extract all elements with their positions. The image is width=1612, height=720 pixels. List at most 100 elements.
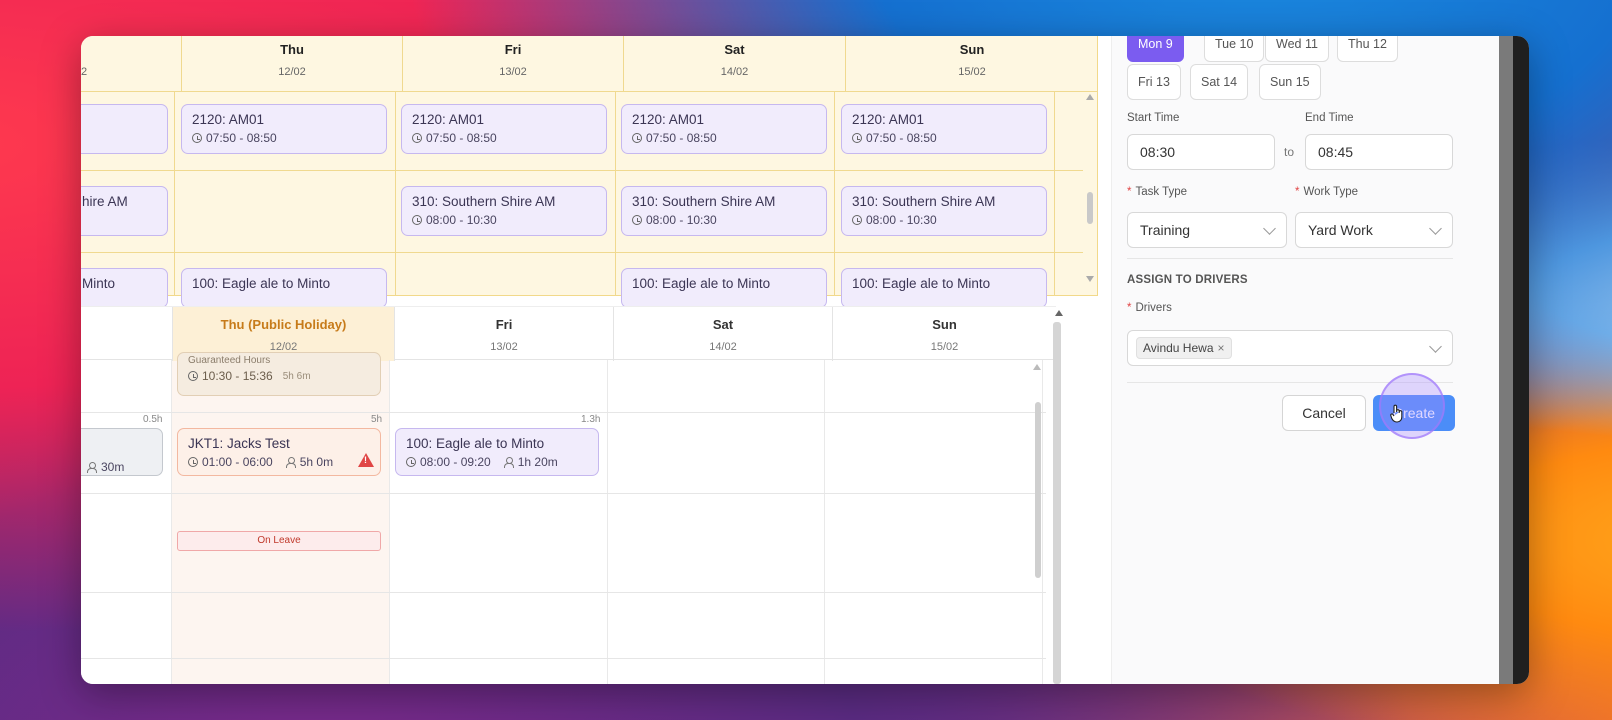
to-label: to bbox=[1284, 145, 1295, 159]
shift-title: 310: Southern Shire AM bbox=[852, 194, 996, 209]
shift-card[interactable]: 100: Eagle ale to Minto bbox=[181, 268, 387, 308]
shift-time: 07:50 - 08:50 bbox=[866, 131, 937, 145]
day-name: Sun bbox=[959, 42, 985, 57]
shift-duration: 5h 6m bbox=[282, 370, 311, 382]
shift-title: 2120: AM01 bbox=[192, 112, 265, 127]
day-name: Sun bbox=[932, 317, 957, 332]
day-date: 14/02 bbox=[720, 66, 749, 78]
bottom-scroll-up-arrow[interactable] bbox=[1055, 310, 1063, 316]
start-time-input[interactable]: 08:30 bbox=[1127, 134, 1275, 170]
chevron-down-icon bbox=[1263, 222, 1276, 235]
clock-icon bbox=[852, 215, 862, 225]
person-icon bbox=[285, 456, 296, 468]
top-scrollbar-thumb[interactable] bbox=[1087, 192, 1093, 224]
shift-title: hire AM bbox=[82, 194, 128, 209]
driver-schedule-top: 2 Thu 12/02 Fri 13/02 Sat 14/02 Sun 15/0… bbox=[81, 36, 1098, 308]
shift-card[interactable]: 2120: AM01 07:50 - 08:50 bbox=[621, 104, 827, 154]
shift-time: 07:50 - 08:50 bbox=[206, 131, 277, 145]
shift-card[interactable]: 2120: AM01 07:50 - 08:50 bbox=[401, 104, 607, 154]
task-type-select[interactable]: Training bbox=[1127, 212, 1287, 248]
shift-card[interactable]: 310: Southern Shire AM 08:00 - 10:30 bbox=[401, 186, 607, 236]
shift-title: 310: Southern Shire AM bbox=[412, 194, 556, 209]
shift-card-cut[interactable] bbox=[81, 104, 168, 154]
day-date: 12/02 bbox=[278, 66, 306, 78]
clock-icon bbox=[412, 215, 422, 225]
shift-card-cut[interactable]: Minto bbox=[81, 268, 168, 308]
day-chip-tue[interactable]: Tue 10 bbox=[1204, 36, 1265, 62]
day-chip-mon[interactable]: Mon 9 bbox=[1127, 36, 1184, 62]
day-chip-fri[interactable]: Fri 13 bbox=[1127, 64, 1181, 100]
day-chip-sat[interactable]: Sat 14 bbox=[1190, 64, 1249, 100]
work-type-select[interactable]: Yard Work bbox=[1295, 212, 1453, 248]
required-mark: * bbox=[1127, 186, 1132, 198]
shift-card[interactable]: 2120: AM01 07:50 - 08:50 bbox=[181, 104, 387, 154]
day-chip-thu[interactable]: Thu 12 bbox=[1337, 36, 1398, 62]
shift-card-eagle[interactable]: 100: Eagle ale to Minto 08:00 - 09:20 1h… bbox=[395, 428, 599, 476]
day-date: 14/02 bbox=[709, 341, 737, 353]
shift-title: 2120: AM01 bbox=[632, 112, 705, 127]
shift-title: 2120: AM01 bbox=[852, 112, 925, 127]
drivers-multiselect[interactable]: Avindu Hewa × bbox=[1127, 330, 1453, 366]
day-name: Sat bbox=[724, 42, 745, 57]
shift-card-cut[interactable]: 30m bbox=[81, 428, 163, 476]
driver-schedule-bottom: Thu (Public Holiday) 12/02 Fri 13/02 Sat… bbox=[81, 306, 1071, 684]
shift-time: 08:00 - 10:30 bbox=[426, 213, 497, 227]
bottom-scrollbar-thumb[interactable] bbox=[1053, 322, 1061, 684]
shift-title: 2120: AM01 bbox=[412, 112, 485, 127]
hand-cursor-icon bbox=[1390, 404, 1403, 423]
end-time-label: End Time bbox=[1305, 112, 1354, 124]
scroll-down-arrow[interactable] bbox=[1086, 276, 1094, 282]
top-header-sat: Sat 14/02 bbox=[623, 36, 845, 92]
day-chip-sun[interactable]: Sun 15 bbox=[1259, 64, 1321, 100]
shift-title: Minto bbox=[82, 276, 116, 291]
day-date: 13/02 bbox=[499, 66, 527, 78]
shift-card[interactable]: 100: Eagle ale to Minto bbox=[841, 268, 1047, 308]
day-name: Fri bbox=[504, 42, 522, 57]
inner-scroll-up-arrow[interactable] bbox=[1033, 364, 1041, 370]
shift-title: 100: Eagle ale to Minto bbox=[632, 276, 771, 291]
top-header-cut-day: 2 bbox=[81, 36, 181, 92]
top-header-fri: Fri 13/02 bbox=[402, 36, 623, 92]
clock-icon bbox=[188, 371, 198, 381]
shift-card[interactable]: 2120: AM01 07:50 - 08:50 bbox=[841, 104, 1047, 154]
task-type-label: * Task Type bbox=[1127, 186, 1187, 198]
shift-card[interactable]: 310: Southern Shire AM 08:00 - 10:30 bbox=[621, 186, 827, 236]
shift-card[interactable]: 310: Southern Shire AM 08:00 - 10:30 bbox=[841, 186, 1047, 236]
day-chip-wed[interactable]: Wed 11 bbox=[1265, 36, 1329, 62]
shift-title: 100: Eagle ale to Minto bbox=[852, 276, 991, 291]
label-text: Drivers bbox=[1135, 302, 1172, 314]
drivers-label: * Drivers bbox=[1127, 302, 1172, 314]
create-task-form: Mon 9 Tue 10 Wed 11 Thu 12 Fri 13 Sat 14… bbox=[1111, 36, 1499, 684]
day-date: 15/02 bbox=[930, 341, 959, 353]
scroll-up-arrow[interactable] bbox=[1086, 94, 1094, 100]
divider bbox=[1127, 258, 1453, 259]
day-name: Thu bbox=[280, 42, 304, 57]
holiday-column bbox=[171, 360, 389, 684]
chevron-down-icon bbox=[1429, 340, 1442, 353]
shift-time: 08:00 - 09:20 bbox=[420, 455, 491, 469]
top-day-header: 2 Thu 12/02 Fri 13/02 Sat 14/02 Sun 15/0… bbox=[81, 36, 1098, 92]
shift-duration: 1h 20m bbox=[517, 455, 558, 469]
inner-scrollbar-thumb[interactable] bbox=[1035, 402, 1041, 578]
label-text: Task Type bbox=[1135, 186, 1188, 198]
guaranteed-hours-card[interactable]: Guaranteed Hours 10:30 - 15:36 5h 6m bbox=[177, 352, 381, 396]
warning-icon: ! bbox=[358, 453, 374, 467]
end-time-input[interactable]: 08:45 bbox=[1305, 134, 1453, 170]
start-time-label: Start Time bbox=[1127, 112, 1180, 124]
app-window: 2 Thu 12/02 Fri 13/02 Sat 14/02 Sun 15/0… bbox=[81, 36, 1529, 684]
top-header-sun: Sun 15/02 bbox=[845, 36, 1098, 92]
clock-icon bbox=[632, 215, 642, 225]
shift-card-jacks-test[interactable]: JKT1: Jacks Test 01:00 - 06:00 5h 0m ! bbox=[177, 428, 381, 476]
shift-card[interactable]: 100: Eagle ale to Minto bbox=[621, 268, 827, 308]
shift-time: 01:00 - 06:00 bbox=[202, 455, 273, 469]
day-name: Sat bbox=[712, 317, 734, 332]
driver-tag-label: Avindu Hewa bbox=[1143, 341, 1214, 355]
bottom-header-fri: Fri 13/02 bbox=[394, 307, 613, 361]
day-name: Thu (Public Holiday) bbox=[220, 317, 347, 332]
cancel-button[interactable]: Cancel bbox=[1282, 395, 1366, 431]
label-text: Work Type bbox=[1303, 186, 1359, 198]
shift-card-cut[interactable]: hire AM bbox=[81, 186, 168, 236]
bottom-header-sat: Sat 14/02 bbox=[613, 307, 832, 361]
remove-tag-icon[interactable]: × bbox=[1218, 341, 1225, 355]
driver-tag: Avindu Hewa × bbox=[1136, 337, 1232, 359]
